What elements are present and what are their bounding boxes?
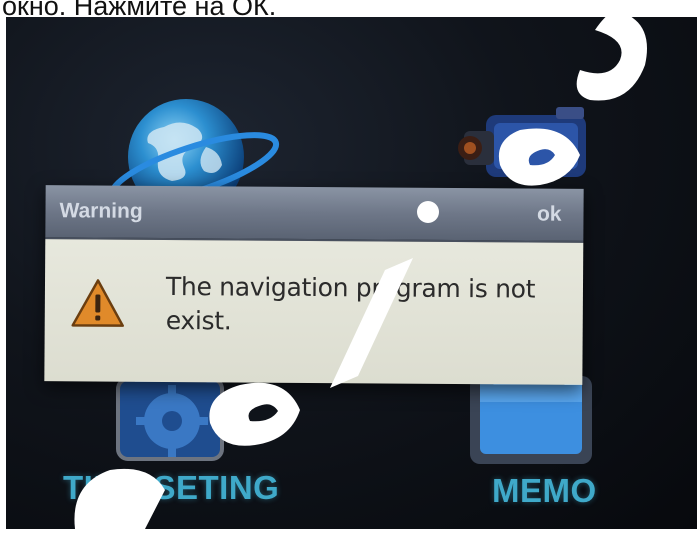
warning-triangle-icon [70,277,126,329]
dialog-title-bar: Warning ok [45,185,584,243]
gear-icon[interactable] [110,377,230,469]
dialog-title: Warning [59,199,143,223]
ok-button[interactable]: ok [537,203,562,227]
device-screen: TIME SETING MEMO Warning ok The navigati… [6,17,697,529]
dialog-message: The navigation program is not exist. [165,271,536,336]
memo-icon[interactable] [466,372,596,472]
time-setting-label[interactable]: TIME SETING [63,469,279,507]
dialog-body: The navigation program is not exist. [44,239,584,385]
warning-dialog: Warning ok The navigation program is not… [44,185,584,385]
memo-label[interactable]: MEMO [492,472,597,510]
